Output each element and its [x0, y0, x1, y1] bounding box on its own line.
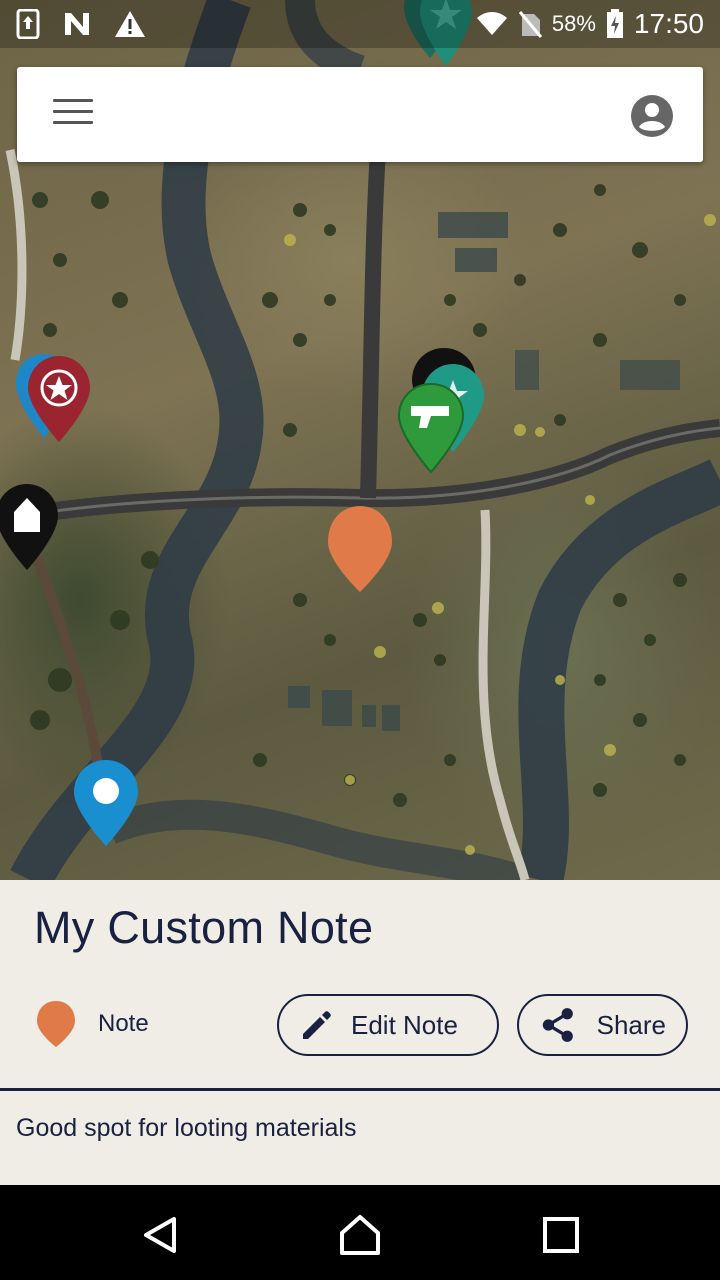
pencil-icon: [303, 1011, 331, 1039]
edit-note-label: Edit Note: [351, 1009, 458, 1040]
red-star-pin[interactable]: [26, 354, 92, 444]
orange-note-pin[interactable]: [326, 504, 394, 596]
home-icon[interactable]: [338, 1213, 382, 1257]
black-house-pin[interactable]: [0, 482, 60, 572]
screen-rotation-icon: [16, 9, 40, 39]
divider: [0, 1088, 720, 1091]
share-label: Share: [596, 1009, 666, 1040]
warning-icon: [115, 11, 145, 37]
blue-dot-pin[interactable]: [72, 758, 140, 850]
account-circle-icon[interactable]: [631, 95, 673, 137]
status-bar: 58% 17:50: [0, 0, 720, 48]
back-icon[interactable]: [138, 1213, 182, 1257]
edit-note-button[interactable]: Edit Note: [277, 994, 499, 1056]
battery-charging-icon: [606, 9, 623, 38]
recents-icon[interactable]: [539, 1213, 583, 1257]
clock: 17:50: [633, 8, 704, 39]
wifi-icon: [476, 12, 507, 35]
note-description: Good spot for looting materials: [16, 1114, 357, 1142]
hamburger-menu-icon[interactable]: [53, 99, 93, 129]
note-detail-sheet: My Custom Note Note Edit Note Share Good…: [0, 880, 720, 1185]
share-icon: [542, 1008, 573, 1042]
n-notification-icon: [65, 13, 89, 35]
note-title: My Custom Note: [34, 902, 374, 953]
note-category: Note: [36, 1000, 149, 1048]
dot-icon: [93, 778, 119, 804]
note-icon: [37, 1001, 75, 1047]
note-category-label: Note: [98, 1010, 149, 1037]
no-sim-icon: [518, 11, 542, 38]
battery-percent: 58%: [551, 11, 596, 36]
navigation-bar: [0, 1185, 720, 1280]
green-gun-pin[interactable]: [397, 382, 465, 474]
top-search-bar: [17, 67, 703, 162]
share-button[interactable]: Share: [517, 994, 688, 1056]
